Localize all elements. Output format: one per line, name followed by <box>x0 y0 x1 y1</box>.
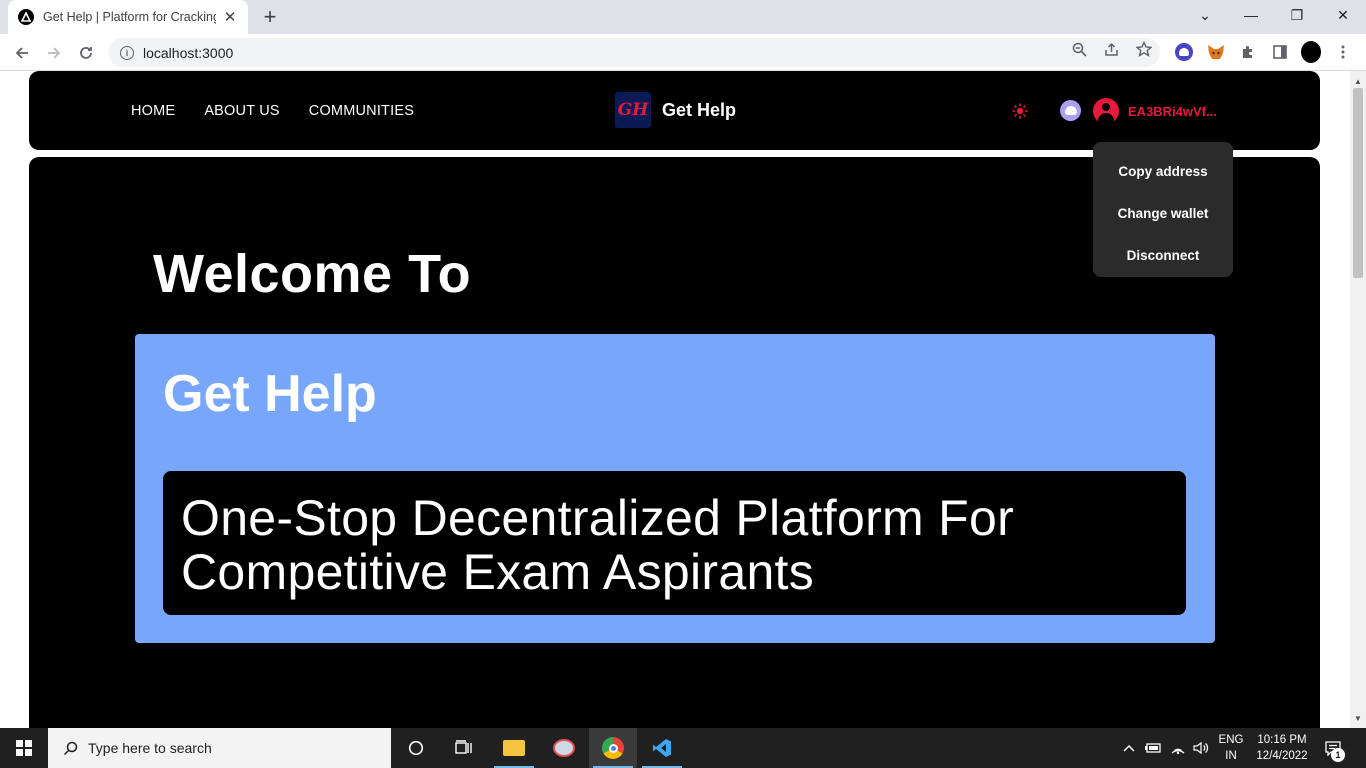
task-view-icon[interactable] <box>440 728 488 768</box>
change-wallet-menu-item[interactable]: Change wallet <box>1093 192 1233 234</box>
profile-avatar[interactable] <box>1301 41 1321 63</box>
windows-taskbar: Type here to search ENG IN 10:16 PM 12/4… <box>0 728 1366 768</box>
copy-address-menu-item[interactable]: Copy address <box>1093 150 1233 192</box>
tab-search-button[interactable]: ⌄ <box>1182 0 1228 30</box>
wifi-icon[interactable] <box>1168 728 1188 768</box>
wallet-account-button[interactable]: EA3BRi4wVf... <box>1093 98 1217 124</box>
disconnect-menu-item[interactable]: Disconnect <box>1093 234 1233 276</box>
page-viewport: HOME ABOUT US COMMUNITIES GH Get Help EA… <box>0 71 1350 728</box>
nav-communities[interactable]: COMMUNITIES <box>309 103 414 119</box>
wallet-dropdown-menu: Copy address Change wallet Disconnect <box>1093 142 1233 277</box>
phantom-wallet-icon[interactable] <box>1060 100 1081 121</box>
site-favicon-icon <box>18 9 34 25</box>
new-tab-button[interactable]: + <box>258 5 282 29</box>
theme-toggle-sun-icon[interactable] <box>1010 101 1030 121</box>
browser-tab[interactable]: Get Help | Platform for Cracking C ✕ <box>8 0 248 34</box>
welcome-heading: Welcome To <box>153 244 472 304</box>
account-avatar-icon <box>1093 98 1119 124</box>
windows-logo-icon <box>16 740 32 756</box>
scroll-down-arrow-icon[interactable]: ▼ <box>1350 710 1366 726</box>
minimize-button[interactable]: — <box>1228 0 1274 30</box>
side-panel-icon[interactable] <box>1270 42 1290 62</box>
brand-name: Get Help <box>662 99 737 120</box>
browser-tabstrip: Get Help | Platform for Cracking C ✕ + ⌄… <box>0 0 1366 34</box>
main-nav: HOME ABOUT US COMMUNITIES <box>131 71 414 150</box>
notifications-icon[interactable] <box>1318 728 1348 768</box>
back-arrow-icon[interactable] <box>9 40 35 66</box>
hero-tagline: One-Stop Decentralized Platform For Comp… <box>181 490 1015 600</box>
search-placeholder: Type here to search <box>88 740 212 756</box>
clock-date: 12/4/2022 <box>1256 750 1308 762</box>
battery-icon[interactable] <box>1143 728 1163 768</box>
file-explorer-icon[interactable] <box>490 728 538 768</box>
tray-overflow-chevron-icon[interactable] <box>1120 728 1138 768</box>
site-info-icon[interactable]: i <box>120 45 134 60</box>
vscode-app-icon[interactable] <box>638 728 686 768</box>
forward-arrow-icon[interactable] <box>41 40 67 66</box>
page-scrollbar[interactable]: ▲ ▼ <box>1350 71 1366 728</box>
region-code: IN <box>1225 750 1237 762</box>
tagline-box: One-Stop Decentralized Platform For Comp… <box>163 471 1186 615</box>
cortana-icon[interactable] <box>392 728 440 768</box>
account-address: EA3BRi4wVf... <box>1128 103 1217 119</box>
brand[interactable]: GH Get Help <box>615 92 736 128</box>
start-button[interactable] <box>0 728 48 768</box>
share-icon[interactable] <box>1103 41 1119 57</box>
nav-about-us[interactable]: ABOUT US <box>204 103 279 119</box>
brand-logo: GH <box>615 92 651 128</box>
hero-title: Get Help <box>163 365 377 423</box>
language-code: ENG <box>1218 734 1244 746</box>
browser-menu-icon[interactable] <box>1333 42 1353 62</box>
address-bar[interactable]: i localhost:3000 <box>108 38 1160 67</box>
tab-close-icon[interactable]: ✕ <box>222 9 238 26</box>
close-window-button[interactable]: ✕ <box>1320 0 1366 30</box>
notification-count-badge: 1 <box>1331 748 1345 762</box>
tab-title: Get Help | Platform for Cracking C <box>43 10 216 24</box>
taskbar-search-box[interactable]: Type here to search <box>48 728 391 768</box>
paint-app-icon[interactable] <box>540 728 588 768</box>
address-url: localhost:3000 <box>143 44 234 61</box>
chrome-app-icon[interactable] <box>589 728 637 768</box>
reload-icon[interactable] <box>73 40 99 66</box>
search-icon <box>62 740 78 756</box>
browser-toolbar: i localhost:3000 <box>0 34 1366 71</box>
nav-home[interactable]: HOME <box>131 103 175 119</box>
hero-card: Get Help One-Stop Decentralized Platform… <box>135 334 1215 643</box>
clock-time: 10:16 PM <box>1257 734 1307 746</box>
volume-icon[interactable] <box>1191 728 1211 768</box>
zoom-icon[interactable] <box>1071 41 1087 57</box>
phantom-extension-icon[interactable] <box>1174 42 1194 62</box>
site-header: HOME ABOUT US COMMUNITIES GH Get Help EA… <box>29 71 1320 150</box>
scroll-up-arrow-icon[interactable]: ▲ <box>1350 73 1366 89</box>
metamask-extension-icon[interactable] <box>1206 42 1226 62</box>
clock[interactable]: 10:16 PM 12/4/2022 <box>1250 732 1314 764</box>
language-indicator[interactable]: ENG IN <box>1216 732 1246 764</box>
extensions-puzzle-icon[interactable] <box>1238 42 1258 62</box>
scroll-thumb[interactable] <box>1353 88 1363 278</box>
bookmark-star-icon[interactable] <box>1136 41 1152 57</box>
maximize-button[interactable]: ❐ <box>1274 0 1320 30</box>
